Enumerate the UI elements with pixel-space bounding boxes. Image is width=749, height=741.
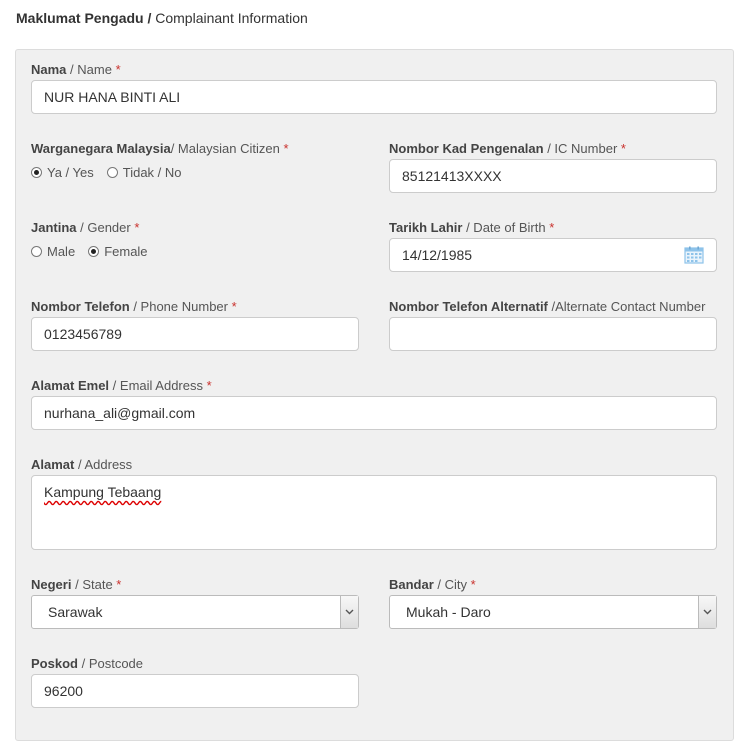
- required-marker: *: [283, 141, 289, 156]
- phone-label-rest: / Phone Number: [133, 299, 228, 314]
- required-marker: *: [620, 141, 626, 156]
- calendar-icon[interactable]: [684, 246, 704, 264]
- ic-label-bold: Nombor Kad Pengenalan: [389, 141, 544, 156]
- city-label-rest: / City: [437, 577, 468, 592]
- citizen-yes-radio[interactable]: [31, 167, 42, 178]
- citizen-label-rest: / Malaysian Citizen: [170, 141, 280, 156]
- postcode-label: Poskod / Postcode: [31, 656, 143, 671]
- email-label: Alamat Emel / Email Address *: [31, 378, 212, 393]
- name-label-rest: / Name: [70, 62, 112, 77]
- postcode-label-bold: Poskod: [31, 656, 78, 671]
- section-title: Maklumat Pengadu / Complainant Informati…: [16, 10, 308, 26]
- chevron-down-icon: [703, 609, 712, 615]
- address-label-rest: / Address: [77, 457, 133, 472]
- dob-label-bold: Tarikh Lahir: [389, 220, 463, 235]
- gender-label-rest: / Gender: [80, 220, 131, 235]
- phone-label: Nombor Telefon / Phone Number *: [31, 299, 237, 314]
- citizen-label: Warganegara Malaysia/ Malaysian Citizen …: [31, 141, 289, 156]
- gender-male-label: Male: [47, 244, 76, 259]
- ic-number-input[interactable]: 85121413XXXX: [389, 159, 717, 193]
- required-marker: *: [115, 62, 121, 77]
- dob-label: Tarikh Lahir / Date of Birth *: [389, 220, 554, 235]
- dob-value: 14/12/1985: [402, 247, 473, 263]
- postcode-label-rest: / Postcode: [81, 656, 144, 671]
- dob-label-rest: / Date of Birth: [466, 220, 546, 235]
- ic-label-rest: / IC Number: [547, 141, 618, 156]
- email-input[interactable]: nurhana_ali@gmail.com: [31, 396, 717, 430]
- alt-phone-input[interactable]: [389, 317, 717, 351]
- city-value: Mukah - Daro: [406, 604, 491, 620]
- gender-female-label: Female: [104, 244, 148, 259]
- citizen-no-radio[interactable]: [106, 167, 118, 178]
- name-label-bold: Nama: [31, 62, 67, 77]
- alt-phone-label-bold: Nombor Telefon Alternatif: [389, 299, 548, 314]
- gender-label: Jantina / Gender *: [31, 220, 139, 235]
- required-marker: *: [231, 299, 237, 314]
- name-label: Nama / Name *: [31, 62, 121, 77]
- gender-label-bold: Jantina: [31, 220, 77, 235]
- gender-female-option[interactable]: Female: [88, 244, 148, 259]
- state-label: Negeri / State *: [31, 577, 121, 592]
- alt-phone-label: Nombor Telefon Alternatif /Alternate Con…: [389, 299, 705, 314]
- address-label: Alamat / Address: [31, 457, 132, 472]
- email-label-bold: Alamat Emel: [31, 378, 110, 393]
- gender-radio-group: Male Female: [31, 244, 161, 259]
- citizen-yes-option[interactable]: Ya / Yes: [31, 165, 94, 180]
- citizen-no-option[interactable]: Tidak / No: [106, 165, 182, 180]
- state-label-bold: Negeri: [31, 577, 72, 592]
- postcode-input[interactable]: 96200: [31, 674, 359, 708]
- required-marker: *: [549, 220, 555, 235]
- state-select[interactable]: Sarawak: [31, 595, 359, 629]
- citizen-yes-label: Ya / Yes: [47, 165, 94, 180]
- email-label-rest: / Email Address: [112, 378, 203, 393]
- gender-female-radio[interactable]: [88, 246, 100, 257]
- city-label-bold: Bandar: [389, 577, 434, 592]
- phone-label-bold: Nombor Telefon: [31, 299, 130, 314]
- alt-phone-label-rest: /Alternate Contact Number: [551, 299, 706, 314]
- address-value: Kampung Tebaang: [44, 484, 162, 500]
- city-select[interactable]: Mukah - Daro: [389, 595, 717, 629]
- address-textarea[interactable]: Kampung Tebaang: [31, 475, 717, 550]
- citizen-radio-group: Ya / Yes Tidak / No: [31, 165, 195, 180]
- section-title-rest: Complainant Information: [155, 10, 308, 26]
- city-dropdown-button[interactable]: [698, 596, 716, 628]
- name-input[interactable]: NUR HANA BINTI ALI: [31, 80, 717, 114]
- citizen-label-bold: Warganegara Malaysia: [31, 141, 171, 156]
- gender-male-radio[interactable]: [31, 246, 42, 257]
- state-value: Sarawak: [48, 604, 103, 620]
- section-title-bold: Maklumat Pengadu /: [16, 10, 152, 26]
- phone-input[interactable]: 0123456789: [31, 317, 359, 351]
- city-label: Bandar / City *: [389, 577, 476, 592]
- required-marker: *: [116, 577, 122, 592]
- required-marker: *: [206, 378, 212, 393]
- chevron-down-icon: [345, 609, 354, 615]
- state-label-rest: / State: [75, 577, 113, 592]
- address-label-bold: Alamat: [31, 457, 75, 472]
- gender-male-option[interactable]: Male: [31, 244, 75, 259]
- ic-label: Nombor Kad Pengenalan / IC Number *: [389, 141, 626, 156]
- required-marker: *: [134, 220, 140, 235]
- citizen-no-label: Tidak / No: [122, 165, 182, 180]
- state-dropdown-button[interactable]: [340, 596, 358, 628]
- required-marker: *: [470, 577, 476, 592]
- dob-input[interactable]: 14/12/1985: [389, 238, 717, 272]
